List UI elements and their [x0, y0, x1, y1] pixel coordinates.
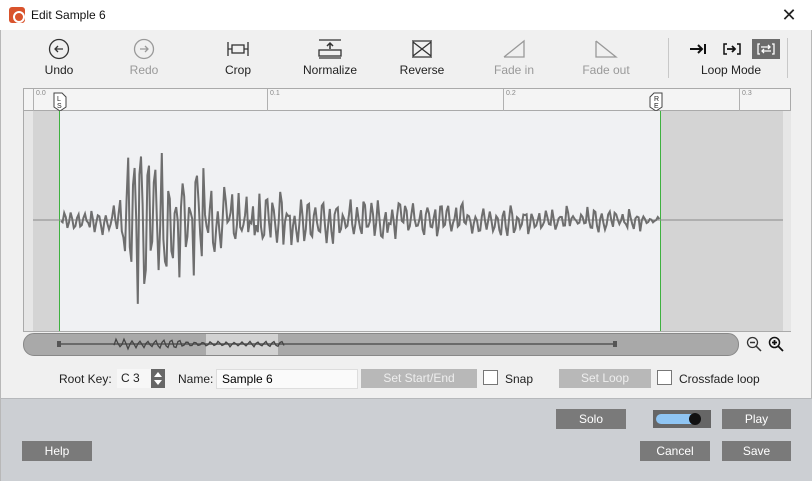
root-key-label: Root Key:	[59, 372, 112, 386]
fade-in-label: Fade in	[493, 63, 535, 77]
dialog-footer: Solo Play Help Cancel Save	[1, 398, 812, 481]
crossfade-loop-checkbox[interactable]	[657, 370, 672, 385]
volume-slider-knob[interactable]	[689, 413, 701, 425]
ruler-tick-label: 0.0	[36, 90, 46, 97]
root-key-stepper[interactable]	[151, 369, 165, 388]
reverse-label: Reverse	[399, 63, 445, 77]
help-button[interactable]: Help	[22, 441, 92, 461]
redo-button[interactable]: Redo	[109, 36, 179, 77]
end-marker-e: E	[654, 103, 659, 110]
crossfade-loop-label: Crossfade loop	[679, 372, 760, 386]
save-button[interactable]: Save	[722, 441, 791, 461]
waveform	[33, 152, 783, 304]
ruler-tick-label: 0.1	[270, 90, 280, 97]
loop-mode-off-button[interactable]	[684, 39, 712, 59]
crop-label: Crop	[224, 63, 251, 77]
end-marker-r: R	[654, 96, 659, 103]
time-ruler[interactable]: 0.0 0.1 0.2 0.3 LS RE	[23, 88, 791, 112]
loop-mode-group	[684, 39, 780, 59]
zoom-controls	[746, 336, 784, 352]
fade-out-icon	[595, 40, 618, 58]
app-logo-icon	[9, 7, 25, 23]
ruler-tick	[739, 89, 740, 111]
window-title: Edit Sample 6	[31, 8, 106, 22]
snap-label: Snap	[505, 372, 534, 386]
zoom-out-icon[interactable]	[746, 336, 762, 352]
reverse-icon	[412, 40, 432, 58]
title-bar: Edit Sample 6 ✕	[0, 0, 812, 30]
loop-mode-label: Loop Mode	[700, 63, 762, 77]
set-loop-button[interactable]: Set Loop	[559, 369, 651, 388]
name-field[interactable]	[216, 369, 358, 389]
set-start-end-button[interactable]: Set Start/End	[361, 369, 477, 388]
undo-icon	[48, 38, 70, 60]
overview-scrollbar[interactable]	[23, 333, 739, 356]
undo-button[interactable]: Undo	[24, 36, 94, 77]
start-marker-l: L	[57, 96, 61, 103]
start-marker-s: S	[57, 103, 62, 110]
zoom-in-icon[interactable]	[768, 336, 784, 352]
name-label: Name:	[178, 372, 214, 386]
play-button[interactable]: Play	[722, 409, 791, 429]
dialog-body: Undo Redo Crop Normalize Reverse Fade in…	[0, 30, 812, 481]
normalize-label: Normalize	[302, 63, 357, 77]
cancel-button[interactable]: Cancel	[640, 441, 710, 461]
ruler-tick-label: 0.3	[742, 90, 752, 97]
loop-mode-loop-button[interactable]	[752, 39, 780, 59]
redo-icon	[133, 38, 155, 60]
toolbar: Undo Redo Crop Normalize Reverse Fade in…	[1, 30, 812, 86]
volume-slider[interactable]	[653, 410, 711, 428]
normalize-button[interactable]: Normalize	[295, 36, 365, 77]
normalize-icon	[318, 39, 342, 59]
loop-mode-bracket-button[interactable]	[718, 39, 746, 59]
fade-in-icon	[503, 39, 525, 58]
snap-checkbox[interactable]	[483, 370, 498, 385]
root-key-field[interactable]: C 3	[117, 369, 151, 388]
waveform-editor[interactable]	[23, 111, 791, 332]
loop-icon	[757, 43, 775, 55]
ruler-tick-label: 0.2	[506, 90, 516, 97]
fade-in-button[interactable]: Fade in	[479, 36, 549, 77]
ruler-tick	[33, 89, 34, 111]
solo-button[interactable]: Solo	[556, 409, 626, 429]
sample-settings-row: Root Key: C 3 Name: Set Start/End Snap S…	[1, 366, 812, 392]
ruler-tick	[503, 89, 504, 111]
crop-button[interactable]: Crop	[203, 36, 273, 77]
redo-label: Redo	[129, 63, 159, 77]
fade-out-label: Fade out	[582, 63, 630, 77]
close-button[interactable]: ✕	[766, 0, 812, 30]
bracket-arrow-icon	[723, 43, 741, 55]
toolbar-divider-right	[787, 38, 788, 78]
ruler-tick	[267, 89, 268, 111]
fade-out-button[interactable]: Fade out	[571, 36, 641, 77]
undo-label: Undo	[44, 63, 74, 77]
toolbar-divider	[668, 38, 669, 78]
overview-waveform	[57, 337, 617, 351]
crop-icon	[227, 42, 249, 56]
reverse-button[interactable]: Reverse	[387, 36, 457, 77]
arrow-right-bar-icon	[690, 44, 706, 54]
